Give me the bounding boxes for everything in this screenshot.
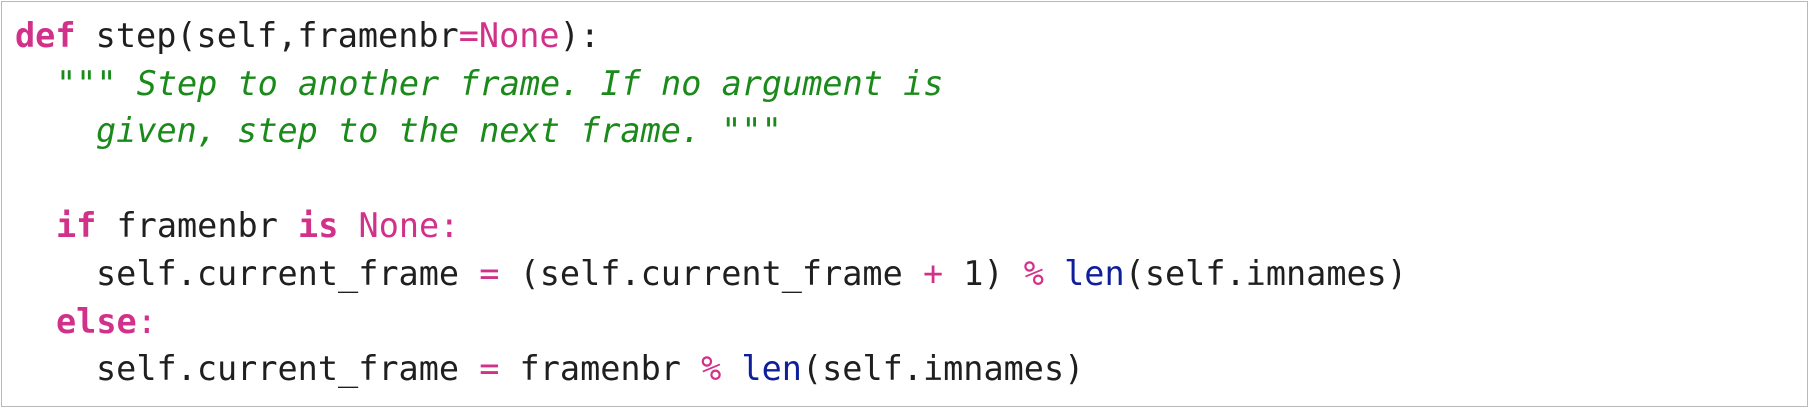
code-line-1: def step(self,framenbr=None): (15, 12, 1407, 60)
colon: : (136, 301, 157, 341)
operator-assign: = (479, 253, 500, 293)
builtin-len: len (741, 349, 802, 389)
variable-framenbr: framenbr (499, 349, 702, 389)
number-literal: 1) (943, 253, 1024, 293)
code-line-5: if framenbr is None: (15, 202, 1407, 250)
constant-none: None (358, 206, 440, 246)
variable-framenbr: framenbr (96, 206, 299, 246)
operator-modulo: % (1023, 253, 1044, 293)
code-line-6: self.current_frame = (self.current_frame… (15, 250, 1407, 298)
call-argument: (self.imnames) (1124, 253, 1408, 293)
call-argument: (self.imnames) (801, 349, 1085, 389)
keyword-else: else (56, 301, 137, 341)
operator-assign: = (458, 16, 479, 55)
operator-modulo: % (701, 349, 722, 389)
keyword-def: def (15, 16, 76, 55)
paren-expression: (self.current_frame (499, 253, 923, 293)
assign-target: self.current_frame (96, 349, 480, 389)
code-line-8: self.current_frame = framenbr % len(self… (15, 345, 1407, 393)
docstring-line-1: """ Step to another frame. If no argumen… (56, 63, 944, 103)
signature-close: ): (559, 16, 600, 55)
code-line-4-blank (15, 155, 1407, 203)
code-line-3: given, step to the next frame. """ (15, 107, 1407, 155)
code-block: def step(self,framenbr=None): """ Step to… (15, 12, 1407, 393)
code-panel: def step(self,framenbr=None): """ Step to… (1, 1, 1808, 407)
code-line-2: """ Step to another frame. If no argumen… (15, 60, 1407, 108)
keyword-if: if (56, 206, 97, 246)
function-signature: step(self,framenbr (75, 16, 459, 55)
assign-target: self.current_frame (96, 253, 480, 293)
constant-none: None (478, 16, 560, 55)
colon: : (439, 206, 460, 246)
keyword-is: is (298, 206, 339, 246)
docstring-line-2: given, step to the next frame. """ (96, 111, 782, 151)
builtin-len: len (1064, 253, 1125, 293)
code-line-7: else: (15, 298, 1407, 346)
operator-plus: + (922, 253, 944, 293)
operator-assign: = (479, 349, 500, 389)
